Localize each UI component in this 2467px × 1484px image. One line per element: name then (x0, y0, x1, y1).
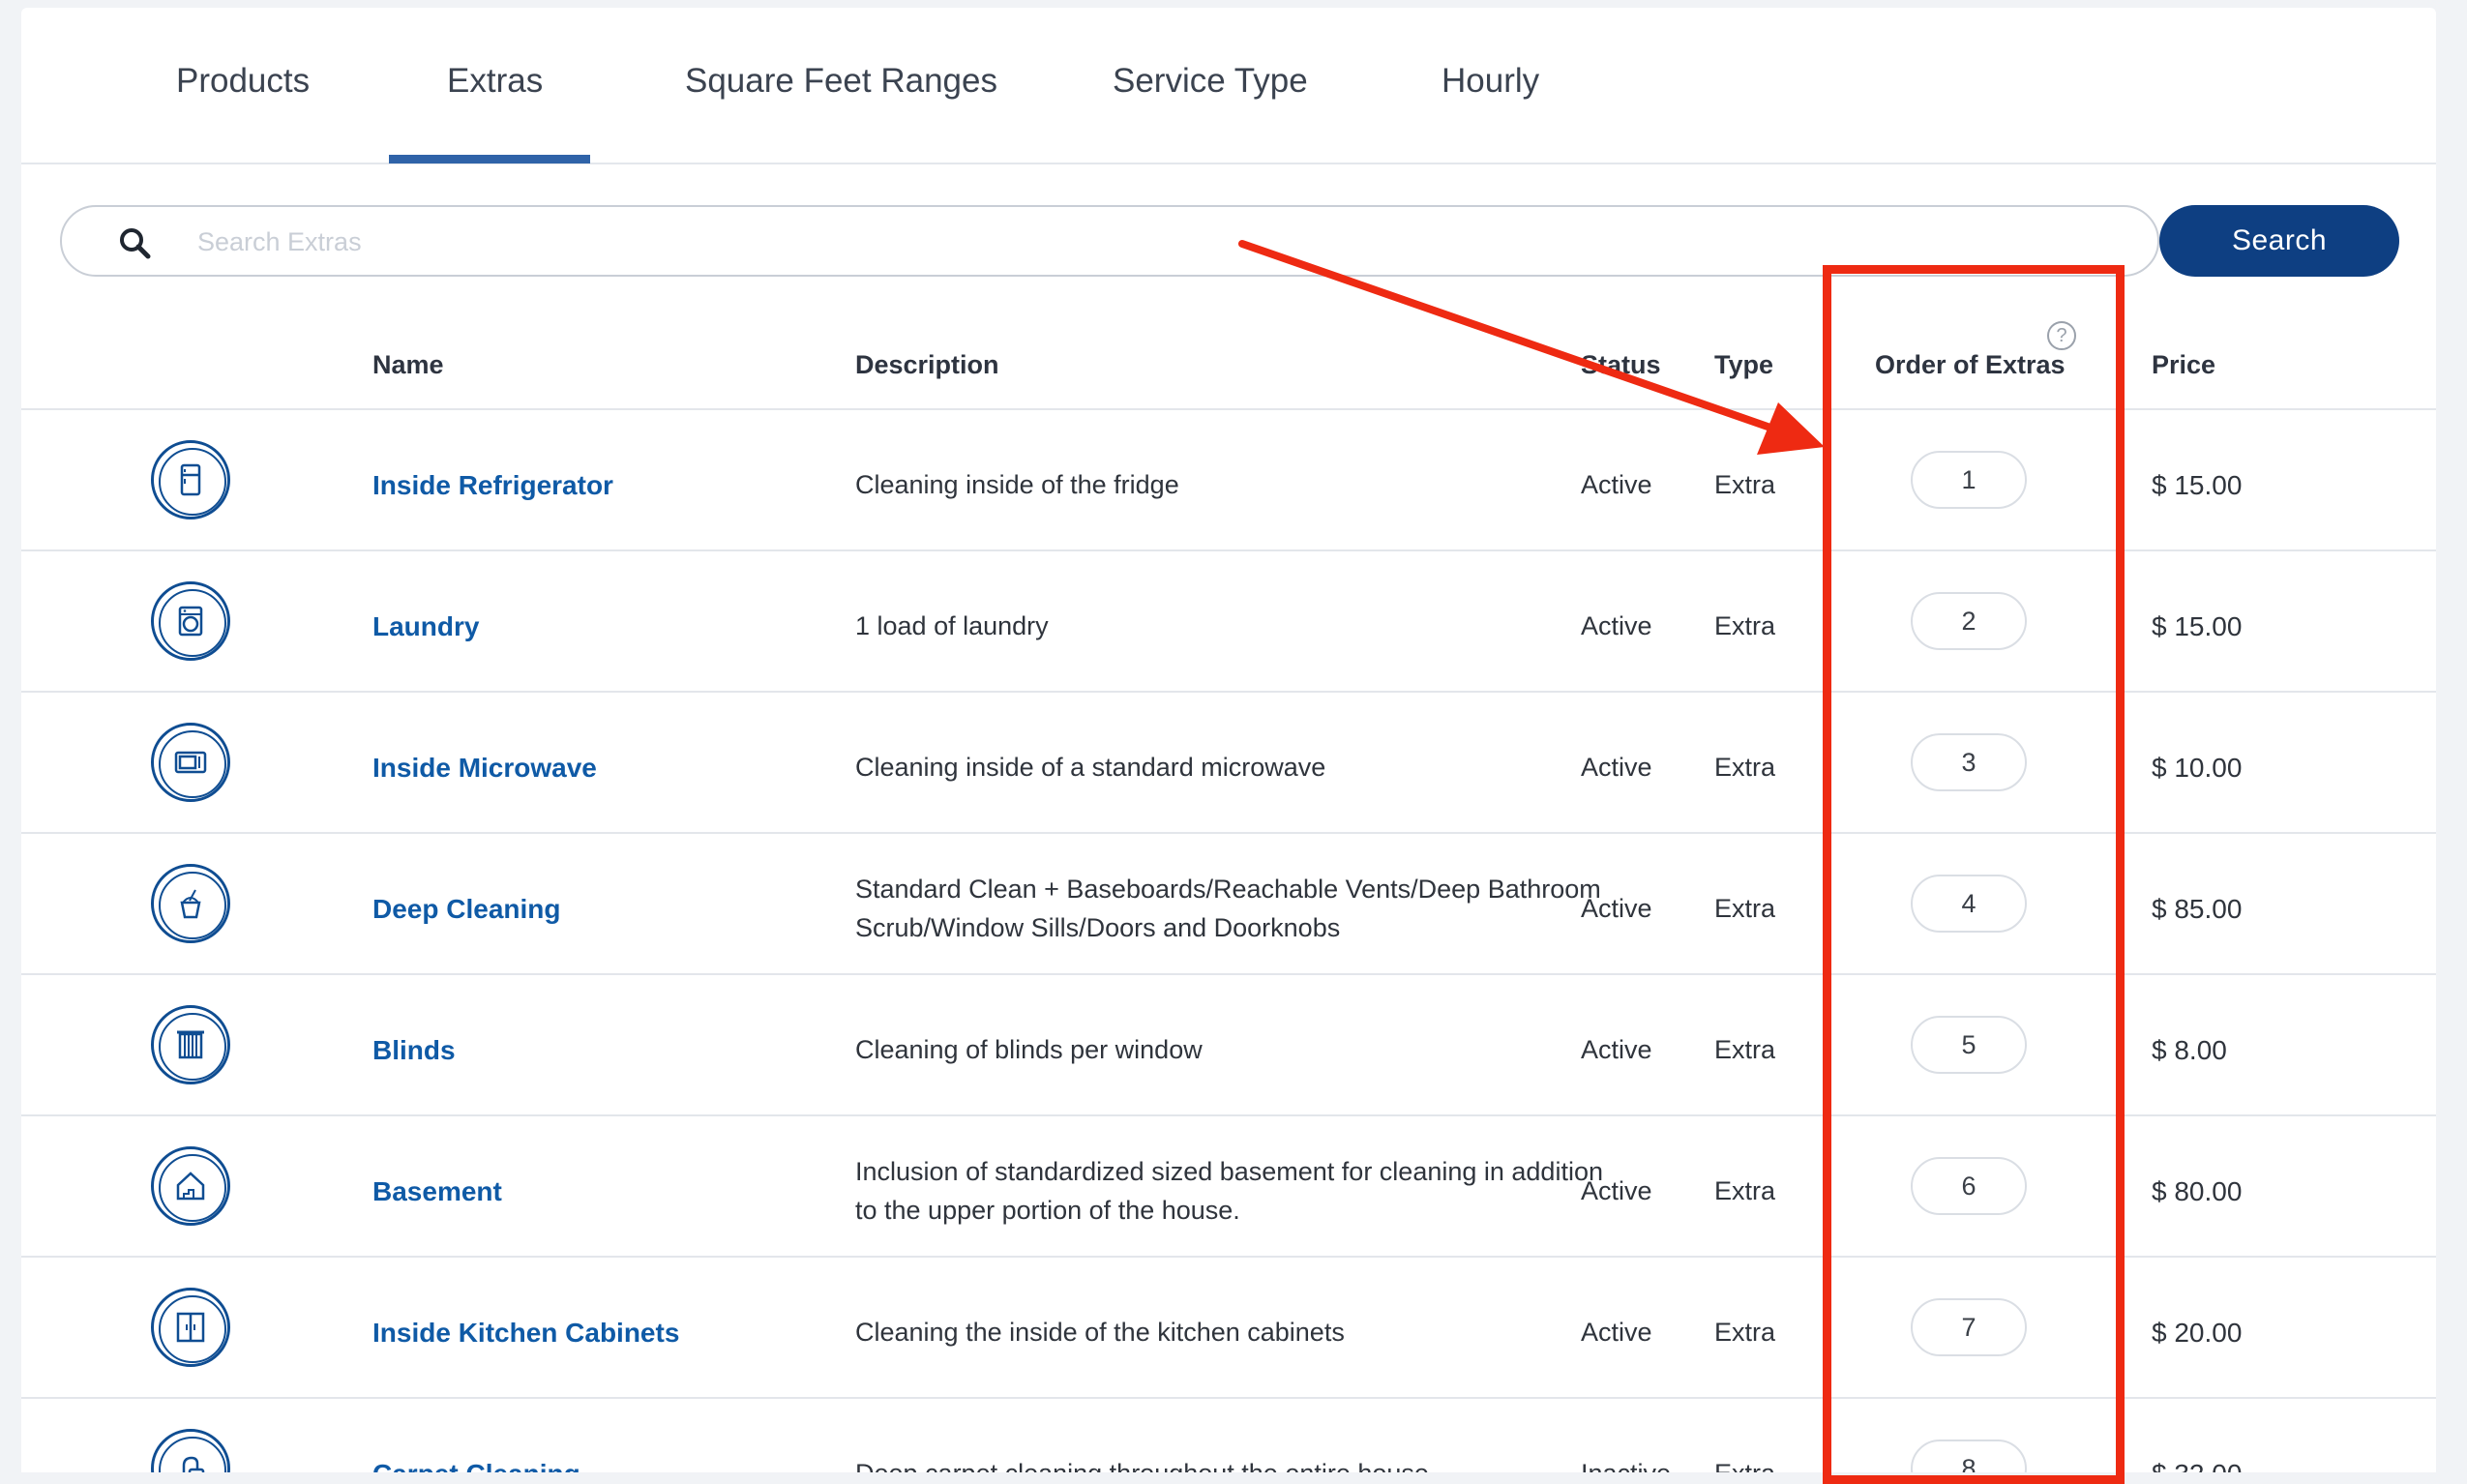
extra-status: Active (1581, 1176, 1652, 1205)
extra-name-link[interactable]: Laundry (372, 611, 479, 642)
extra-price: $ 80.00 (2152, 1176, 2243, 1206)
extra-price: $ 10.00 (2152, 753, 2243, 783)
tab-products[interactable]: Products (176, 62, 310, 101)
extra-name-link[interactable]: Deep Cleaning (372, 894, 560, 925)
extra-description: Cleaning of blinds per window (855, 1035, 1203, 1064)
column-header-order-of-extras: Order of Extras (1875, 350, 2066, 379)
extra-price: $ 8.00 (2152, 1035, 2227, 1065)
order-input[interactable] (1911, 875, 2027, 933)
extra-price: $ 85.00 (2152, 894, 2243, 924)
extra-description: Cleaning inside of a standard microwave (855, 753, 1326, 782)
column-header-description: Description (855, 350, 999, 379)
table-row: Deep Cleaning Standard Clean + Baseboard… (21, 834, 2436, 973)
extra-description: Cleaning the inside of the kitchen cabin… (855, 1318, 1345, 1347)
extra-status: Active (1581, 1318, 1652, 1347)
order-input[interactable] (1911, 1298, 2027, 1356)
table-row: Inside Microwave Cleaning inside of a st… (21, 693, 2436, 832)
order-input[interactable] (1911, 1016, 2027, 1074)
extra-type: Extra (1714, 470, 1776, 499)
order-input[interactable] (1911, 733, 2027, 791)
cleaning-bucket-icon (151, 864, 230, 943)
order-input[interactable] (1911, 1157, 2027, 1215)
extra-name-link[interactable]: Basement (372, 1176, 502, 1207)
column-header-price: Price (2152, 350, 2216, 379)
column-header-type: Type (1714, 350, 1774, 379)
extra-name-link[interactable]: Inside Refrigerator (372, 470, 613, 501)
extra-status: Active (1581, 1035, 1652, 1064)
extra-description: Deep carpet cleaning throughout the enti… (855, 1454, 1610, 1472)
refrigerator-icon (151, 440, 230, 519)
search-button[interactable]: Search (2159, 205, 2399, 277)
tab-bar: Products Extras Square Feet Ranges Servi… (21, 8, 2436, 164)
table-row: Blinds Cleaning of blinds per window Act… (21, 975, 2436, 1114)
extra-status: Active (1581, 470, 1652, 499)
extra-type: Extra (1714, 611, 1776, 640)
column-header-name: Name (372, 350, 444, 379)
extra-price: $ 15.00 (2152, 470, 2243, 500)
search-bar (60, 205, 2159, 277)
extra-price: $ 15.00 (2152, 611, 2243, 641)
extra-type: Extra (1714, 1318, 1776, 1347)
order-input[interactable] (1911, 1439, 2027, 1472)
extra-description: Cleaning inside of the fridge (855, 470, 1179, 499)
basement-icon (151, 1146, 230, 1226)
extra-name-link[interactable]: Blinds (372, 1035, 456, 1066)
extra-type: Extra (1714, 1176, 1776, 1205)
microwave-icon (151, 723, 230, 802)
extra-type: Extra (1714, 1035, 1776, 1064)
help-icon[interactable]: ? (2047, 321, 2076, 350)
search-icon (120, 228, 151, 259)
extra-description: 1 load of laundry (855, 611, 1049, 640)
table-row: Inside Kitchen Cabinets Cleaning the ins… (21, 1258, 2436, 1397)
tab-square-feet-ranges[interactable]: Square Feet Ranges (685, 62, 997, 101)
column-header-status: Status (1581, 350, 1661, 379)
extra-price: $ 32.00 (2152, 1459, 2242, 1472)
extra-status: Active (1581, 894, 1652, 923)
extra-name-link[interactable]: Inside Microwave (372, 753, 597, 784)
table-row: Inside Refrigerator Cleaning inside of t… (21, 410, 2436, 549)
active-tab-indicator (389, 155, 590, 163)
extra-status: Inactive (1581, 1459, 1671, 1472)
extra-price: $ 20.00 (2152, 1318, 2243, 1348)
extra-status: Active (1581, 611, 1652, 640)
washing-machine-icon (151, 581, 230, 661)
extra-type: Extra (1714, 894, 1776, 923)
search-input[interactable] (197, 217, 2123, 267)
extra-name-link[interactable]: Inside Kitchen Cabinets (372, 1318, 679, 1349)
cabinet-icon (151, 1288, 230, 1367)
extra-status: Active (1581, 753, 1652, 782)
table-row: Laundry 1 load of laundry Active Extra $… (21, 551, 2436, 691)
vacuum-icon (151, 1429, 230, 1472)
extra-type: Extra (1714, 753, 1776, 782)
tab-hourly[interactable]: Hourly (1442, 62, 1539, 101)
order-input[interactable] (1911, 451, 2027, 509)
blinds-icon (151, 1005, 230, 1084)
table-row: Carpet Cleaning Deep carpet cleaning thr… (21, 1399, 2436, 1472)
table-row: Basement Inclusion of standardized sized… (21, 1116, 2436, 1256)
tab-service-type[interactable]: Service Type (1113, 62, 1308, 101)
extra-type: Extra (1714, 1459, 1775, 1472)
extra-description: Standard Clean + Baseboards/Reachable Ve… (855, 875, 1601, 942)
extra-name-link[interactable]: Carpet Cleaning (372, 1459, 580, 1472)
tab-extras[interactable]: Extras (447, 62, 543, 101)
extra-description: Inclusion of standardized sized basement… (855, 1157, 1603, 1225)
extras-admin-page: Products Extras Square Feet Ranges Servi… (21, 8, 2436, 1472)
order-input[interactable] (1911, 592, 2027, 650)
